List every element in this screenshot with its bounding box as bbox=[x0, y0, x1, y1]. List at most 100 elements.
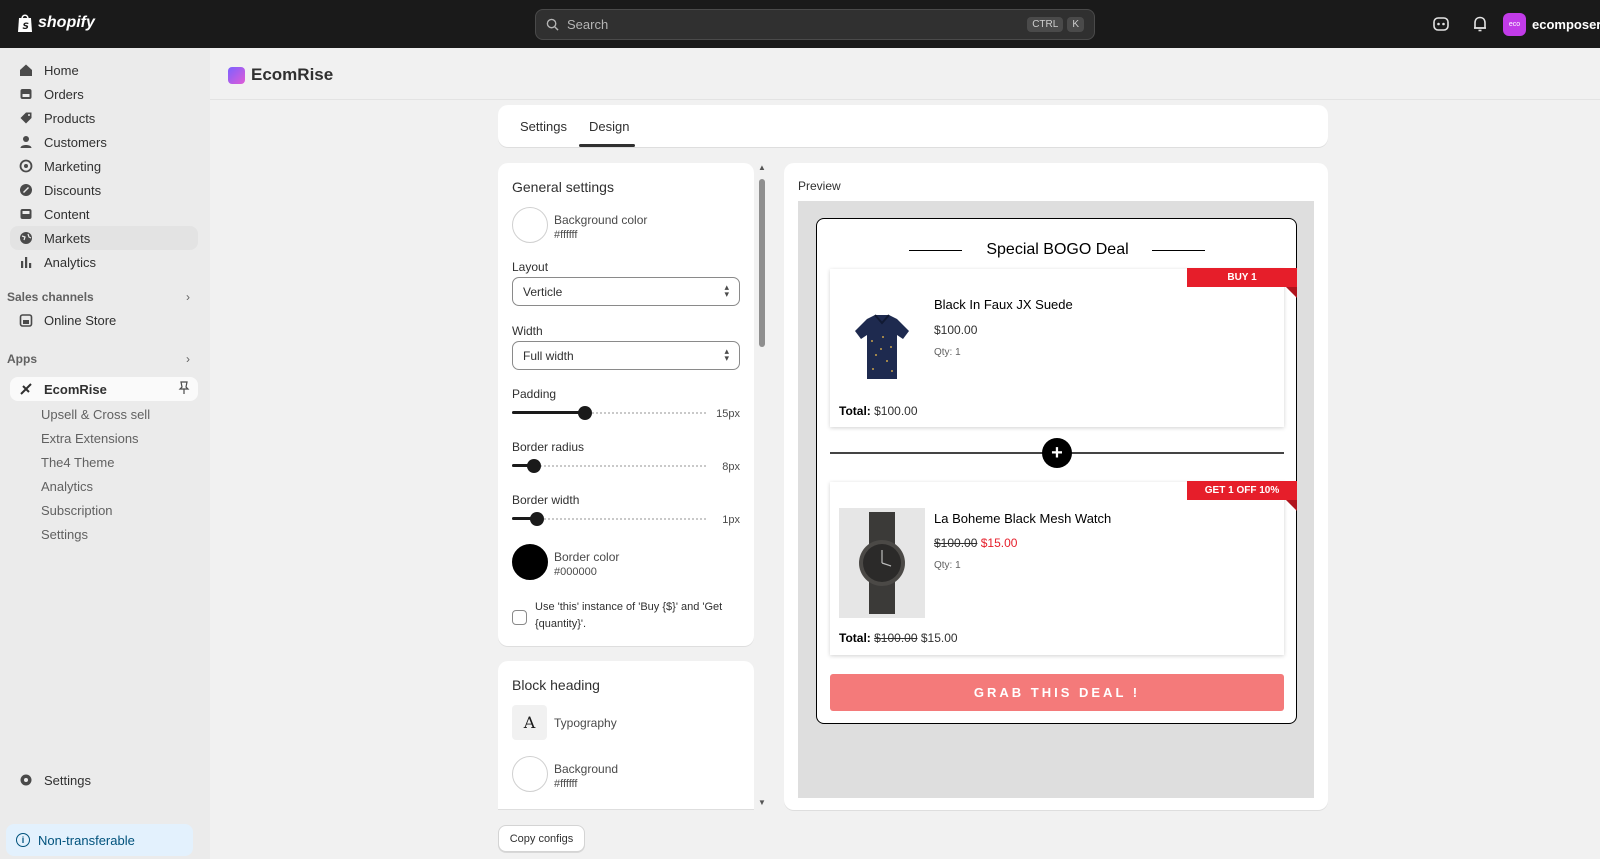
sidebar-subitem-extra-extensions[interactable]: Extra Extensions bbox=[41, 431, 139, 446]
scrollbar-thumb[interactable] bbox=[759, 179, 765, 347]
offer-item-get: GET 1 OFF 10% La Boheme Black Mesh Watch… bbox=[830, 481, 1297, 655]
original-price: $100.00 bbox=[934, 536, 978, 550]
sidebar-item-label: EcomRise bbox=[44, 381, 107, 397]
background-color-swatch[interactable] bbox=[512, 207, 548, 243]
slider-thumb[interactable] bbox=[526, 459, 541, 473]
discount-icon bbox=[18, 182, 34, 198]
search-placeholder: Search bbox=[567, 17, 609, 32]
sidebar-item-label: Content bbox=[44, 206, 90, 222]
pin-icon[interactable] bbox=[178, 381, 190, 398]
border-color-value: #000000 bbox=[554, 566, 597, 578]
sidebar-item-settings[interactable]: Settings bbox=[10, 768, 198, 792]
sidebar-item-ecomrise[interactable]: EcomRise bbox=[10, 377, 198, 401]
total-label: Total: bbox=[839, 631, 871, 645]
sidebar-subitem-the4-theme[interactable]: The4 Theme bbox=[41, 455, 114, 470]
tab-design[interactable]: Design bbox=[589, 119, 629, 134]
sidekick-icon[interactable] bbox=[1432, 15, 1450, 33]
shopify-bag-icon: S bbox=[18, 14, 32, 32]
total-label: Total: bbox=[839, 404, 871, 418]
sidebar-subitem-subscription[interactable]: Subscription bbox=[41, 503, 113, 518]
sidebar-item-home[interactable]: Home bbox=[10, 58, 198, 82]
tabs-card: Settings Design bbox=[498, 105, 1328, 147]
ecomrise-app-icon bbox=[18, 381, 34, 397]
padding-slider[interactable] bbox=[512, 406, 708, 420]
tab-settings[interactable]: Settings bbox=[520, 119, 567, 134]
typography-icon[interactable]: A bbox=[512, 705, 547, 740]
padding-value: 15px bbox=[716, 408, 740, 420]
sidebar-item-label: Products bbox=[44, 110, 96, 126]
sidebar-subitem-settings[interactable]: Settings bbox=[41, 527, 88, 542]
preview-stage: Special BOGO Deal BUY 1 Black In Faux JX… bbox=[798, 201, 1314, 798]
plus-icon: + bbox=[1042, 438, 1072, 468]
sidebar-item-label: Discounts bbox=[44, 182, 102, 198]
sidebar-subitem-analytics[interactable]: Analytics bbox=[41, 479, 93, 494]
border-width-value: 1px bbox=[722, 514, 740, 526]
total-value: $100.00 bbox=[874, 404, 918, 418]
sidebar-item-label: Settings bbox=[44, 772, 91, 788]
width-select[interactable]: Full width ▴ ▾ bbox=[512, 341, 740, 370]
sidebar-item-content[interactable]: Content bbox=[10, 202, 198, 226]
shortcut-k: K bbox=[1067, 17, 1084, 32]
copy-configs-button[interactable]: Copy configs bbox=[498, 825, 585, 852]
sidebar-item-label: Marketing bbox=[44, 158, 102, 174]
select-arrows-icon: ▴ ▾ bbox=[724, 282, 729, 299]
sidebar-item-orders[interactable]: Orders bbox=[10, 82, 198, 106]
shortcut-ctrl: CTRL bbox=[1027, 17, 1064, 32]
sidebar-item-analytics[interactable]: Analytics bbox=[10, 250, 198, 274]
shopify-logo[interactable]: S shopify bbox=[16, 13, 95, 33]
non-transferable-banner[interactable]: i Non-transferable bbox=[6, 824, 193, 856]
scroll-up-icon[interactable]: ▲ bbox=[758, 163, 766, 172]
border-width-slider[interactable] bbox=[512, 512, 708, 526]
heading-background-label: Background bbox=[554, 762, 619, 776]
slider-thumb[interactable] bbox=[530, 512, 545, 526]
ecomrise-logo-icon bbox=[228, 66, 245, 84]
instance-checkbox[interactable] bbox=[512, 610, 527, 625]
chevron-right-icon[interactable]: › bbox=[186, 290, 190, 304]
top-bar: S shopify Search CTRL K eco ecomposer-ra bbox=[0, 0, 1600, 48]
heading-background-value: #ffffff bbox=[554, 778, 578, 790]
typography-label[interactable]: Typography bbox=[554, 716, 617, 730]
store-avatar: eco bbox=[1503, 13, 1526, 36]
sidebar-item-label: Online Store bbox=[44, 312, 117, 328]
total-original: $100.00 bbox=[874, 631, 918, 645]
sidebar-item-customers[interactable]: Customers bbox=[10, 130, 198, 154]
item-total: Total: $100.00 bbox=[839, 404, 918, 418]
content-icon bbox=[18, 206, 34, 222]
border-radius-slider[interactable] bbox=[512, 459, 708, 473]
search-bar[interactable]: Search CTRL K bbox=[535, 9, 1095, 40]
bogo-widget: Special BOGO Deal BUY 1 Black In Faux JX… bbox=[816, 218, 1297, 724]
sale-price: $15.00 bbox=[980, 536, 1018, 550]
non-transferable-label: Non-transferable bbox=[38, 832, 135, 848]
slider-thumb[interactable] bbox=[577, 406, 592, 420]
layout-select[interactable]: Verticle ▴ ▾ bbox=[512, 277, 740, 306]
bogo-title: Special BOGO Deal bbox=[986, 241, 1129, 258]
sidebar-subitem-upsell[interactable]: Upsell & Cross sell bbox=[41, 407, 150, 422]
width-label: Width bbox=[512, 324, 543, 338]
home-icon bbox=[18, 62, 34, 78]
bar-chart-icon bbox=[18, 254, 34, 270]
sidebar-item-markets[interactable]: Markets bbox=[10, 226, 198, 250]
background-color-label: Background color bbox=[554, 213, 648, 227]
sidebar: Home Orders Products Customers Marketing… bbox=[0, 48, 210, 859]
sidebar-item-products[interactable]: Products bbox=[10, 106, 198, 130]
heading-background-swatch[interactable] bbox=[512, 756, 548, 792]
scroll-down-icon[interactable]: ▼ bbox=[758, 798, 766, 807]
sidebar-item-discounts[interactable]: Discounts bbox=[10, 178, 198, 202]
settings-scrollbar[interactable]: ▲ ▼ bbox=[757, 163, 767, 809]
target-icon bbox=[18, 158, 34, 174]
store-menu[interactable]: eco ecomposer-ra bbox=[1503, 13, 1600, 36]
slider-track bbox=[512, 465, 708, 467]
grab-deal-button[interactable]: GRAB THIS DEAL ! bbox=[830, 674, 1284, 711]
tab-active-indicator bbox=[579, 144, 635, 147]
border-color-swatch[interactable] bbox=[512, 544, 548, 580]
sidebar-item-online-store[interactable]: Online Store bbox=[10, 308, 198, 332]
preview-label: Preview bbox=[798, 179, 841, 193]
app-title-text: EcomRise bbox=[251, 65, 334, 84]
sidebar-item-marketing[interactable]: Marketing bbox=[10, 154, 198, 178]
product-qty: Qty: 1 bbox=[934, 560, 961, 571]
bell-icon[interactable] bbox=[1471, 15, 1489, 33]
chevron-right-icon[interactable]: › bbox=[186, 352, 190, 366]
general-settings-title: General settings bbox=[512, 179, 614, 195]
layout-select-value: Verticle bbox=[523, 284, 563, 299]
width-select-value: Full width bbox=[523, 348, 574, 363]
